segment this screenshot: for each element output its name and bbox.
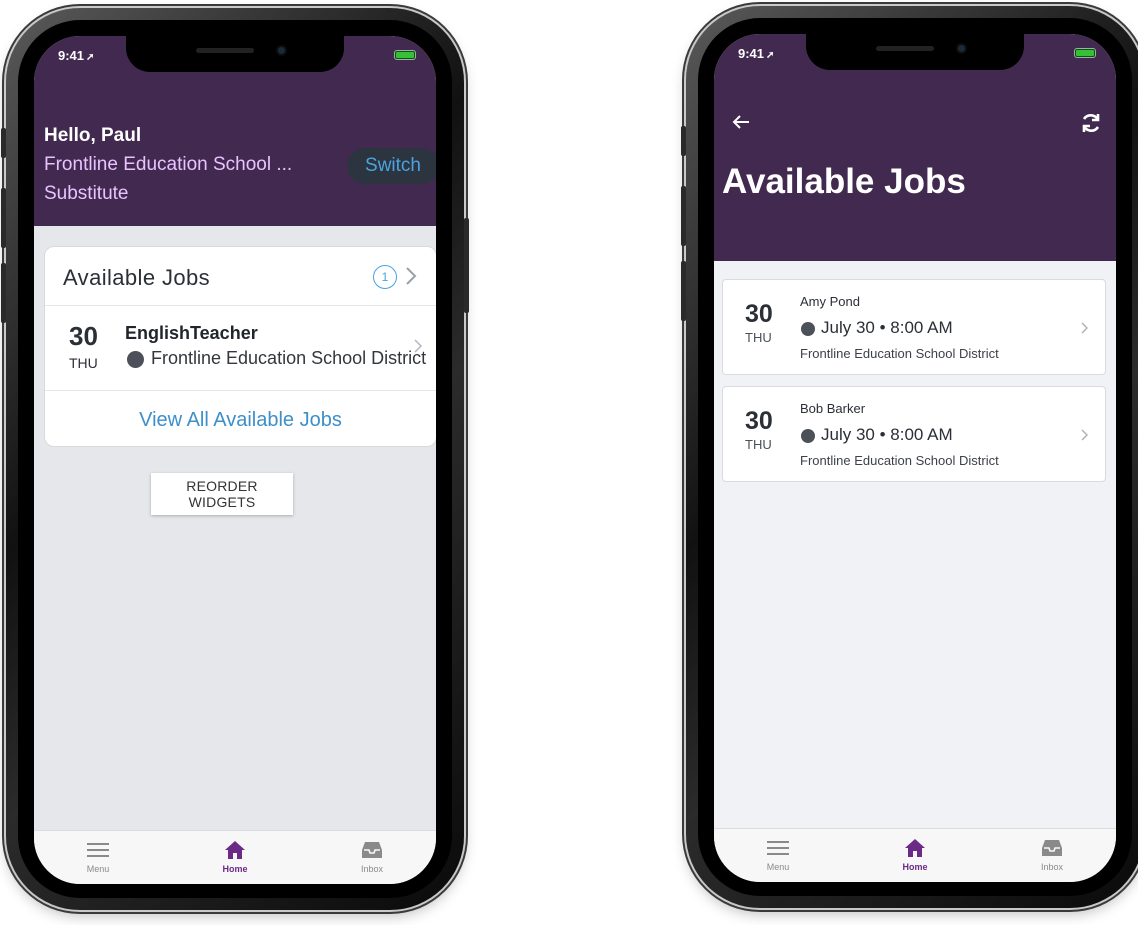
widget-header[interactable]: Available Jobs 1: [45, 247, 436, 305]
location-arrow-icon: ➚: [766, 50, 775, 61]
job-day: 30: [745, 407, 773, 435]
chevron-right-icon: [406, 267, 417, 285]
status-time-text: 9:41: [58, 48, 85, 63]
status-time: 9:41 ➚: [738, 46, 774, 61]
volume-up-button: [1, 188, 6, 248]
status-dot: [801, 322, 815, 336]
chevron-right-icon: [414, 339, 423, 353]
chevron-right-icon: [1081, 429, 1088, 441]
job-card[interactable]: 30 THU Amy Pond July 30 • 8:00 AM Frontl…: [722, 279, 1106, 375]
phone-frame-left: 9:41 ➚ Hello, Paul Frontline Education Sc…: [1, 8, 469, 910]
job-weekday: THU: [745, 330, 772, 345]
volume-down-button: [1, 263, 6, 323]
job-weekday: THU: [69, 355, 98, 371]
job-district: Frontline Education School District: [800, 346, 999, 361]
speaker: [876, 46, 934, 51]
tab-inbox-label: Inbox: [360, 864, 384, 874]
location-arrow-icon: ➚: [86, 52, 95, 63]
volume-down-button: [681, 261, 686, 321]
mute-switch: [681, 126, 686, 156]
mute-switch: [1, 128, 6, 158]
role-name: Substitute: [44, 183, 129, 204]
notch: [806, 34, 1024, 70]
tab-home-label: Home: [902, 862, 928, 872]
chevron-right-icon: [1081, 322, 1088, 334]
employee-name: Bob Barker: [800, 401, 866, 416]
view-all-jobs-link[interactable]: View All Available Jobs: [45, 409, 436, 432]
tab-bar: Menu Home Inbox: [34, 830, 436, 884]
job-district: Frontline Education School District: [151, 348, 427, 368]
organization-name: Frontline Education School ...: [44, 154, 293, 175]
inbox-icon: [361, 839, 383, 861]
home-screen: 9:41 ➚ Hello, Paul Frontline Education Sc…: [34, 36, 436, 884]
available-jobs-widget: Available Jobs 1 30 THU EnglishTeacher F…: [44, 246, 436, 447]
job-day: 30: [745, 300, 773, 328]
status-time-text: 9:41: [738, 46, 765, 61]
page-title: Available Jobs: [722, 162, 966, 201]
job-district: Frontline Education School District: [800, 453, 999, 468]
home-icon: [904, 837, 926, 859]
front-camera: [276, 45, 287, 56]
tab-menu-label: Menu: [766, 862, 790, 872]
inbox-icon: [1041, 837, 1063, 859]
tab-menu[interactable]: Menu: [68, 839, 128, 884]
menu-icon: [87, 839, 109, 861]
status-dot: [127, 351, 144, 368]
switch-button[interactable]: Switch: [347, 148, 436, 184]
battery-icon: [394, 50, 416, 60]
menu-icon: [767, 837, 789, 859]
home-icon: [224, 839, 246, 861]
tab-inbox-label: Inbox: [1040, 862, 1064, 872]
job-card[interactable]: 30 THU Bob Barker July 30 • 8:00 AM Fron…: [722, 386, 1106, 482]
power-button: [464, 218, 469, 313]
tab-bar: Menu Home Inbox: [714, 828, 1116, 882]
employee-name: Amy Pond: [800, 294, 860, 309]
tab-inbox[interactable]: Inbox: [342, 839, 402, 884]
reorder-widgets-button[interactable]: REORDER WIDGETS: [151, 473, 293, 515]
refresh-icon[interactable]: [1080, 112, 1102, 134]
battery-icon: [1074, 48, 1096, 58]
status-time: 9:41 ➚: [58, 48, 94, 63]
back-arrow-icon[interactable]: [732, 114, 750, 130]
speaker: [196, 48, 254, 53]
notch: [126, 36, 344, 72]
tab-home-label: Home: [222, 864, 248, 874]
job-date-time: July 30 • 8:00 AM: [821, 425, 953, 444]
divider: [45, 390, 436, 391]
job-weekday: THU: [745, 437, 772, 452]
volume-up-button: [681, 186, 686, 246]
job-row[interactable]: 30 THU EnglishTeacher Frontline Educatio…: [45, 306, 436, 390]
job-count-badge: 1: [373, 265, 397, 289]
job-date-time: July 30 • 8:00 AM: [821, 318, 953, 337]
available-jobs-screen: 9:41 ➚ Available Jobs 30 THU Amy Pond Jul…: [714, 34, 1116, 882]
tab-menu-label: Menu: [86, 864, 110, 874]
tab-inbox[interactable]: Inbox: [1022, 837, 1082, 882]
tab-home[interactable]: Home: [885, 837, 945, 882]
greeting: Hello, Paul: [44, 125, 142, 146]
status-dot: [801, 429, 815, 443]
front-camera: [956, 43, 967, 54]
tab-home[interactable]: Home: [205, 839, 265, 884]
tab-menu[interactable]: Menu: [748, 837, 808, 882]
job-title: EnglishTeacher: [125, 323, 258, 343]
phone-frame-right: 9:41 ➚ Available Jobs 30 THU Amy Pond Jul…: [681, 6, 1138, 908]
job-day: 30: [69, 321, 98, 351]
widget-title: Available Jobs: [63, 265, 211, 290]
